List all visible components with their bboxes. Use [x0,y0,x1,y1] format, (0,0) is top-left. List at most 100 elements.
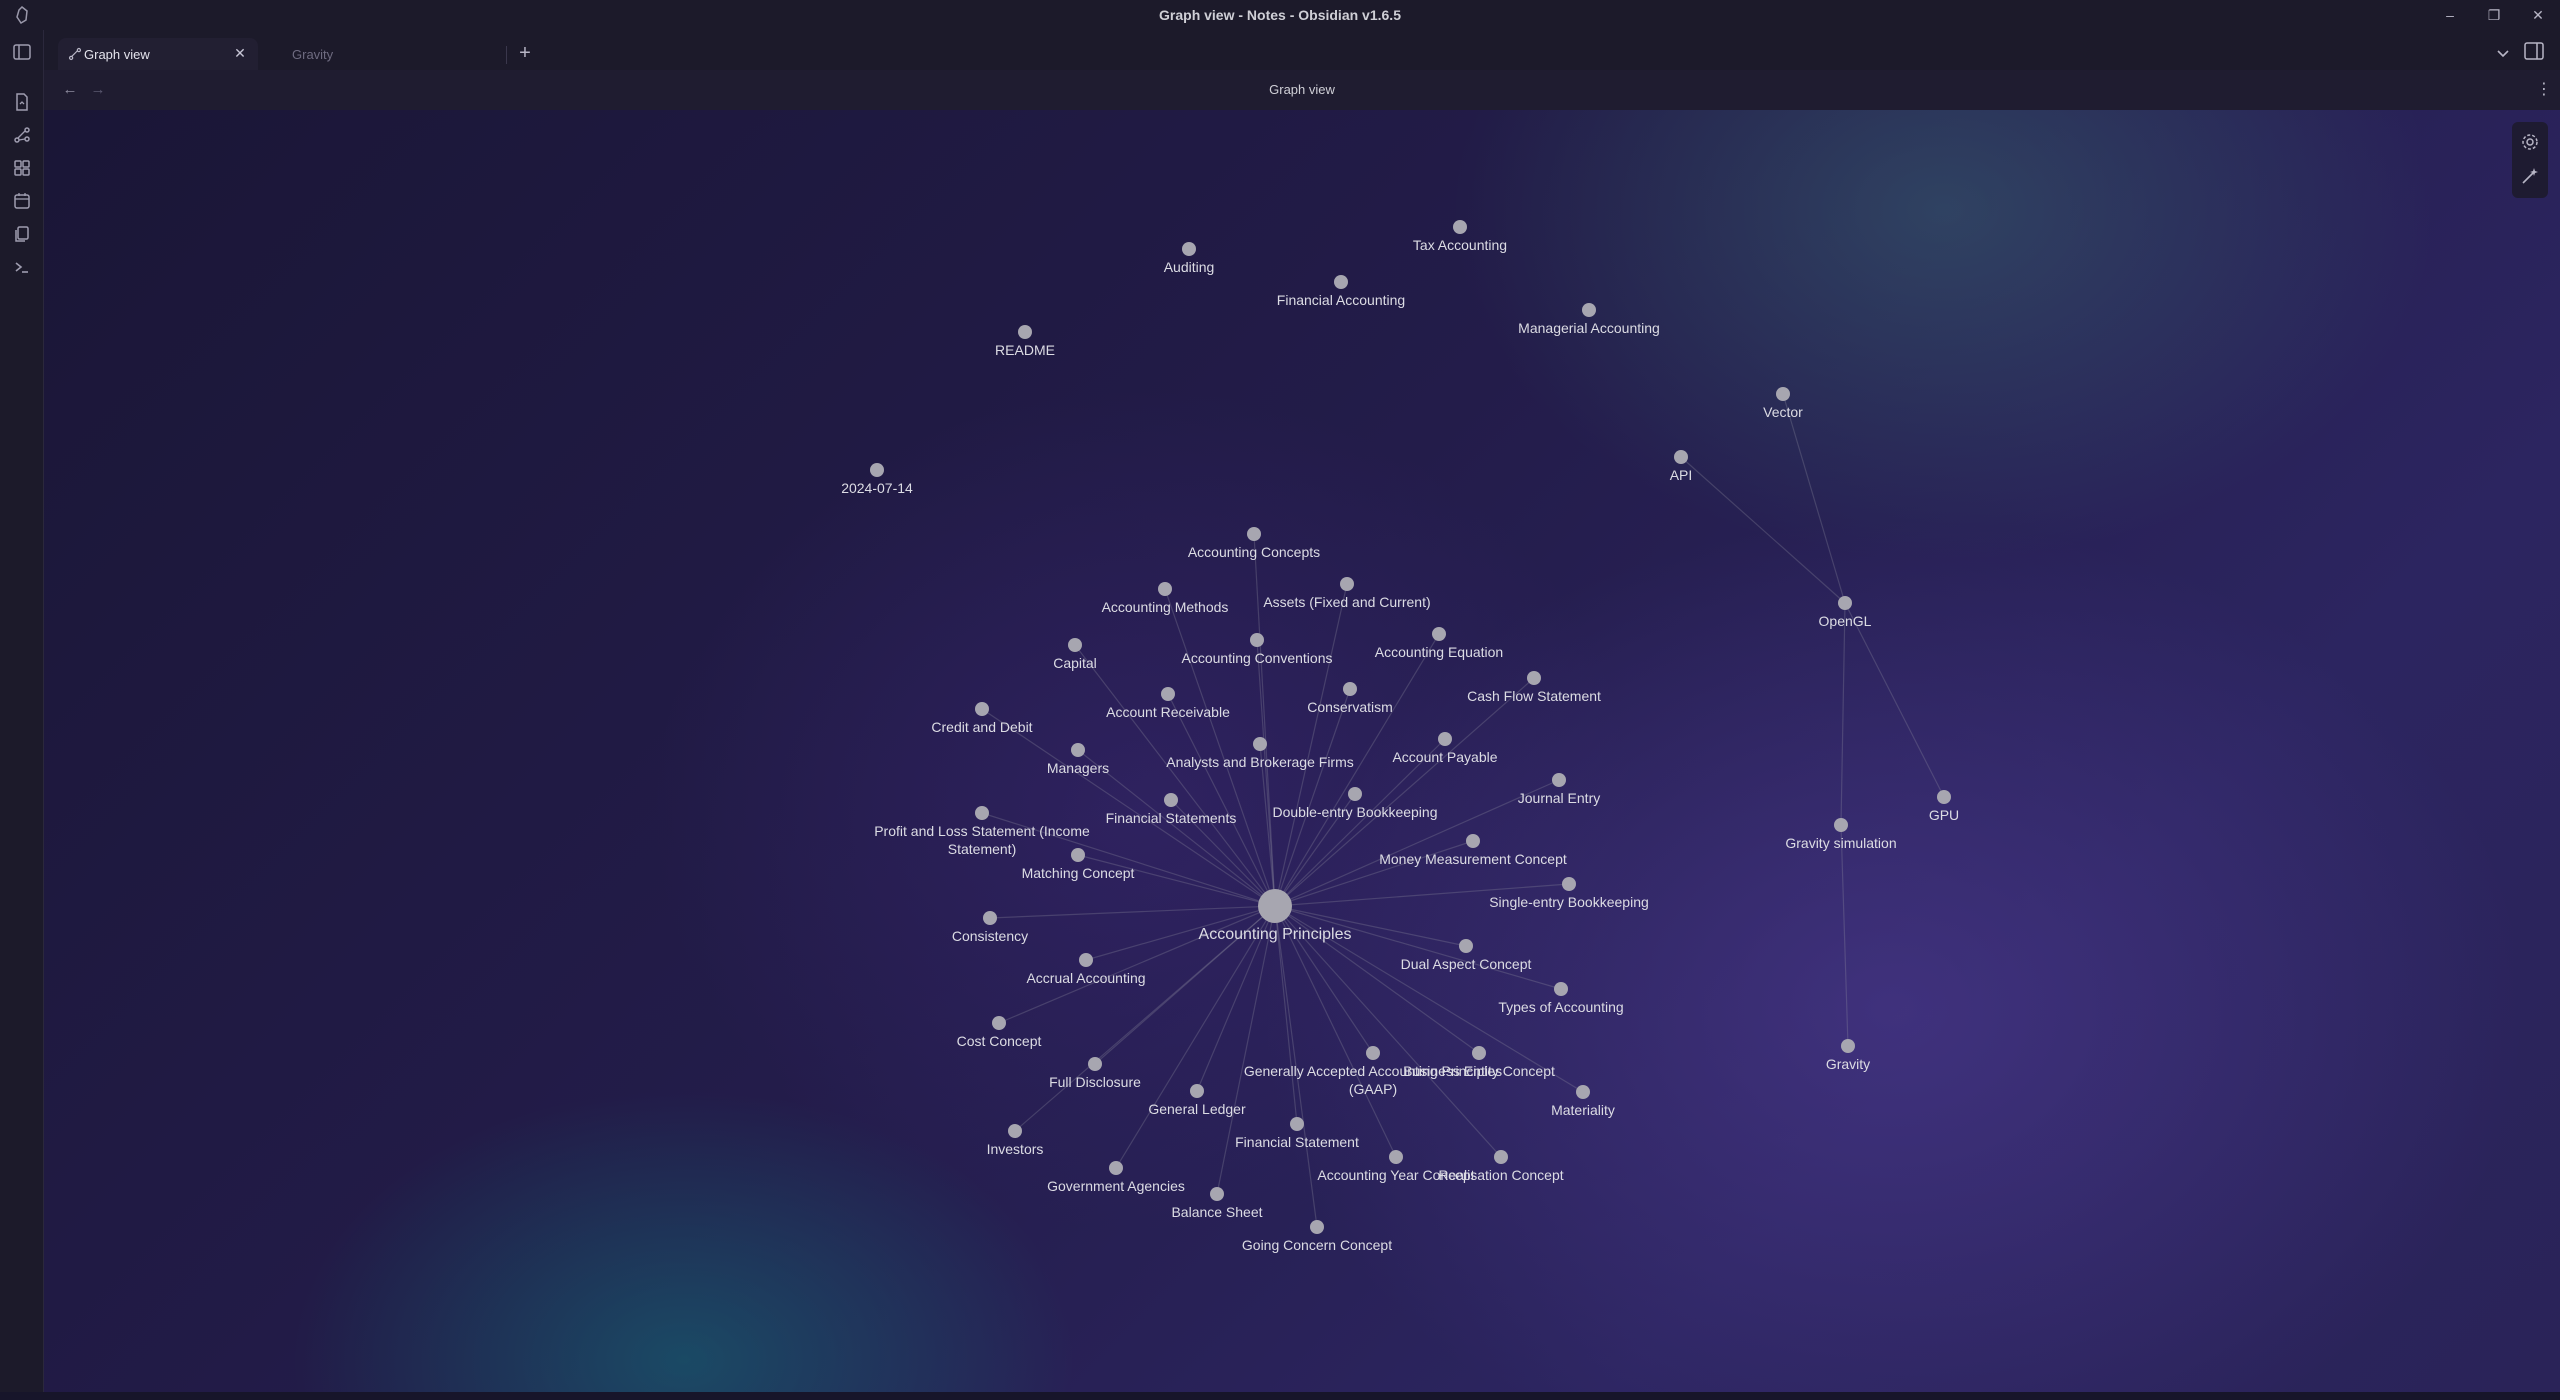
graph-node-dot[interactable] [1340,577,1354,591]
graph-node-dot[interactable] [1438,732,1452,746]
graph-node[interactable]: README [995,325,1055,358]
canvas-icon[interactable] [10,156,33,179]
graph-node[interactable]: Conservatism [1307,682,1393,715]
graph-node[interactable]: General Ledger [1148,1084,1246,1117]
graph-node[interactable]: Cost Concept [957,1016,1042,1049]
graph-node-dot[interactable] [1834,818,1848,832]
graph-node[interactable]: Auditing [1164,242,1215,275]
graph-node-dot[interactable] [1190,1084,1204,1098]
graph-node-dot[interactable] [1937,790,1951,804]
graph-node-dot[interactable] [1310,1220,1324,1234]
graph-node-dot[interactable] [975,702,989,716]
graph-node[interactable]: Balance Sheet [1171,1187,1263,1220]
graph-node[interactable]: Analysts and Brokerage Firms [1166,737,1354,770]
graph-node[interactable]: Accounting Principles [1199,889,1352,943]
graph-node-dot[interactable] [1432,627,1446,641]
tab-gravity[interactable]: Gravity [266,38,466,70]
graph-node-dot[interactable] [1554,982,1568,996]
graph-node[interactable]: Materiality [1551,1085,1615,1118]
copy-icon[interactable] [10,222,33,245]
graph-node-dot[interactable] [1210,1187,1224,1201]
graph-node[interactable]: Managerial Accounting [1518,303,1660,336]
graph-node-dot[interactable] [1776,387,1790,401]
graph-node-dot[interactable] [1079,953,1093,967]
graph-node[interactable]: Financial Statement [1235,1117,1359,1150]
graph-node-dot[interactable] [1459,939,1473,953]
graph-svg[interactable]: Auditing Tax Accounting Financial Accounti… [44,110,2560,1392]
graph-node-dot[interactable] [1250,633,1264,647]
right-sidebar-toggle-icon[interactable] [2524,42,2546,64]
graph-node-dot[interactable] [870,463,884,477]
graph-node-dot[interactable] [992,1016,1006,1030]
file-icon[interactable] [10,90,33,113]
graph-node-dot[interactable] [1527,671,1541,685]
graph-icon[interactable] [10,123,33,146]
terminal-icon[interactable] [10,255,33,278]
graph-node[interactable]: Going Concern Concept [1242,1220,1392,1253]
graph-node-dot[interactable] [1158,582,1172,596]
graph-node[interactable]: Dual Aspect Concept [1401,939,1532,972]
graph-node-dot[interactable] [1088,1057,1102,1071]
graph-node-dot[interactable] [983,911,997,925]
graph-node[interactable]: Account Receivable [1106,687,1230,720]
graph-node[interactable]: API [1670,450,1693,483]
graph-node-dot[interactable] [1182,242,1196,256]
graph-node[interactable]: Realisation Concept [1438,1150,1564,1183]
graph-node-dot[interactable] [1164,793,1178,807]
graph-node-dot[interactable] [1343,682,1357,696]
graph-node[interactable]: Investors [987,1124,1044,1157]
graph-node[interactable]: Financial Statements [1106,793,1237,826]
calendar-icon[interactable] [10,189,33,212]
graph-node[interactable]: Accounting Methods [1102,582,1229,615]
graph-node-dot[interactable] [975,806,989,820]
graph-node-dot[interactable] [1838,596,1852,610]
graph-canvas[interactable]: Auditing Tax Accounting Financial Accounti… [44,110,2560,1392]
graph-node[interactable]: Double-entry Bookkeeping [1273,787,1438,820]
graph-node-dot[interactable] [1258,889,1292,923]
magic-wand-icon[interactable] [2520,166,2540,186]
close-tab-icon[interactable]: ✕ [232,45,248,61]
graph-node-dot[interactable] [1389,1150,1403,1164]
graph-node[interactable]: Account Payable [1392,732,1498,765]
graph-node[interactable]: Cash Flow Statement [1467,671,1601,704]
sidebar-toggle-icon[interactable] [10,40,33,63]
graph-node[interactable]: Consistency [952,911,1028,944]
graph-node-dot[interactable] [1348,787,1362,801]
graph-node-dot[interactable] [1562,877,1576,891]
more-options-icon[interactable]: ⋮ [2534,80,2554,100]
graph-node[interactable]: Assets (Fixed and Current) [1263,577,1431,610]
graph-node-dot[interactable] [1161,687,1175,701]
graph-node[interactable]: Matching Concept [1022,848,1135,881]
graph-node-dot[interactable] [1247,527,1261,541]
graph-node-dot[interactable] [1841,1039,1855,1053]
graph-node[interactable]: Full Disclosure [1049,1057,1141,1090]
graph-node-dot[interactable] [1290,1117,1304,1131]
gear-icon[interactable] [2520,132,2540,152]
graph-node-dot[interactable] [1472,1046,1486,1060]
graph-node-dot[interactable] [1334,275,1348,289]
graph-node-dot[interactable] [1582,303,1596,317]
graph-node[interactable]: Capital [1053,638,1097,671]
graph-node[interactable]: OpenGL [1819,596,1872,629]
graph-node[interactable]: Business Entity Concept [1403,1046,1555,1079]
graph-node[interactable]: Tax Accounting [1413,220,1507,253]
graph-node-dot[interactable] [1068,638,1082,652]
close-window-icon[interactable]: ✕ [2516,0,2560,30]
graph-node[interactable]: Money Measurement Concept [1379,834,1567,867]
graph-node-dot[interactable] [1366,1046,1380,1060]
graph-node[interactable]: Vector [1763,387,1803,420]
graph-node[interactable]: Types of Accounting [1498,982,1624,1015]
graph-node-dot[interactable] [1466,834,1480,848]
graph-node-dot[interactable] [1253,737,1267,751]
graph-node-dot[interactable] [1008,1124,1022,1138]
graph-node[interactable]: Gravity simulation [1785,818,1897,851]
graph-node[interactable]: Government Agencies [1047,1161,1185,1194]
minimize-icon[interactable]: – [2428,0,2472,30]
graph-node-dot[interactable] [1071,848,1085,862]
graph-node[interactable]: Managers [1047,743,1109,776]
graph-node-dot[interactable] [1494,1150,1508,1164]
graph-node[interactable]: Credit and Debit [931,702,1033,735]
graph-node[interactable]: Accounting Equation [1375,627,1503,660]
restore-icon[interactable]: ❐ [2472,0,2516,30]
graph-node[interactable]: Financial Accounting [1277,275,1405,308]
